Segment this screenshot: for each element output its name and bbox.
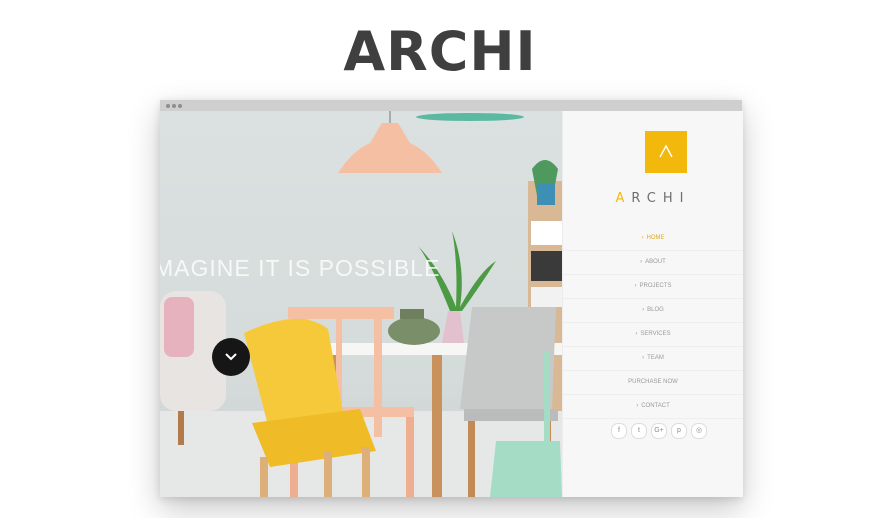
hero-tagline: MAGINE IT IS POSSIBLE	[160, 255, 441, 281]
menu-item-contact[interactable]: › CONTACT	[563, 395, 743, 419]
window-dot-icon	[166, 104, 170, 108]
chevron-down-icon	[225, 353, 237, 361]
window-dot-icon	[172, 104, 176, 108]
hero-image: MAGINE IT IS POSSIBLE	[160, 111, 562, 497]
menu-item-label: HOME	[646, 235, 665, 241]
menu-item-label: TEAM	[647, 355, 664, 361]
chevron-right-icon: ›	[634, 283, 637, 289]
brand-accent-letter: A	[615, 191, 632, 206]
browser-window: MAGINE IT IS POSSIBLE ARCHI › HOME › ABOUT…	[160, 100, 743, 497]
menu-item-label: CONTACT	[641, 403, 670, 409]
menu-item-projects[interactable]: › PROJECTS	[563, 275, 743, 299]
main-menu: › HOME › ABOUT › PROJECTS › BLOG › SERVICES ›…	[563, 227, 743, 419]
browser-title-bar	[160, 100, 742, 111]
chevron-right-icon: ›	[642, 355, 645, 361]
page-title: ARCHI	[343, 20, 537, 83]
brand-name: ARCHI	[563, 191, 743, 206]
scroll-down-button[interactable]	[212, 338, 250, 376]
chevron-right-icon: ›	[641, 235, 644, 241]
sidebar-nav: ARCHI › HOME › ABOUT › PROJECTS › BLOG › SERV…	[562, 111, 743, 497]
chevron-right-icon: ›	[635, 331, 638, 337]
menu-item-about[interactable]: › ABOUT	[563, 251, 743, 275]
menu-item-purchase[interactable]: PURCHASE NOW	[563, 371, 743, 395]
logo-caret-icon	[659, 144, 673, 158]
menu-item-home[interactable]: › HOME	[563, 227, 743, 251]
menu-item-team[interactable]: › TEAM	[563, 347, 743, 371]
twitter-icon[interactable]: t	[631, 423, 647, 439]
google-plus-icon[interactable]: G+	[651, 423, 667, 439]
window-dot-icon	[178, 104, 182, 108]
menu-item-label: BLOG	[647, 307, 664, 313]
chevron-right-icon: ›	[636, 403, 639, 409]
social-links: f t G+ p ◎	[611, 423, 711, 439]
chevron-right-icon: ›	[640, 259, 643, 265]
facebook-icon[interactable]: f	[611, 423, 627, 439]
menu-item-label: PURCHASE NOW	[628, 379, 678, 385]
menu-item-label: ABOUT	[645, 259, 666, 265]
menu-item-services[interactable]: › SERVICES	[563, 323, 743, 347]
pinterest-icon[interactable]: p	[671, 423, 687, 439]
logo[interactable]	[645, 131, 687, 173]
dining-room-photo	[160, 111, 562, 497]
brand-rest: RCHI	[631, 191, 691, 206]
chevron-right-icon: ›	[642, 307, 645, 313]
instagram-icon[interactable]: ◎	[691, 423, 707, 439]
menu-item-label: PROJECTS	[639, 283, 672, 289]
menu-item-label: SERVICES	[640, 331, 671, 337]
menu-item-blog[interactable]: › BLOG	[563, 299, 743, 323]
